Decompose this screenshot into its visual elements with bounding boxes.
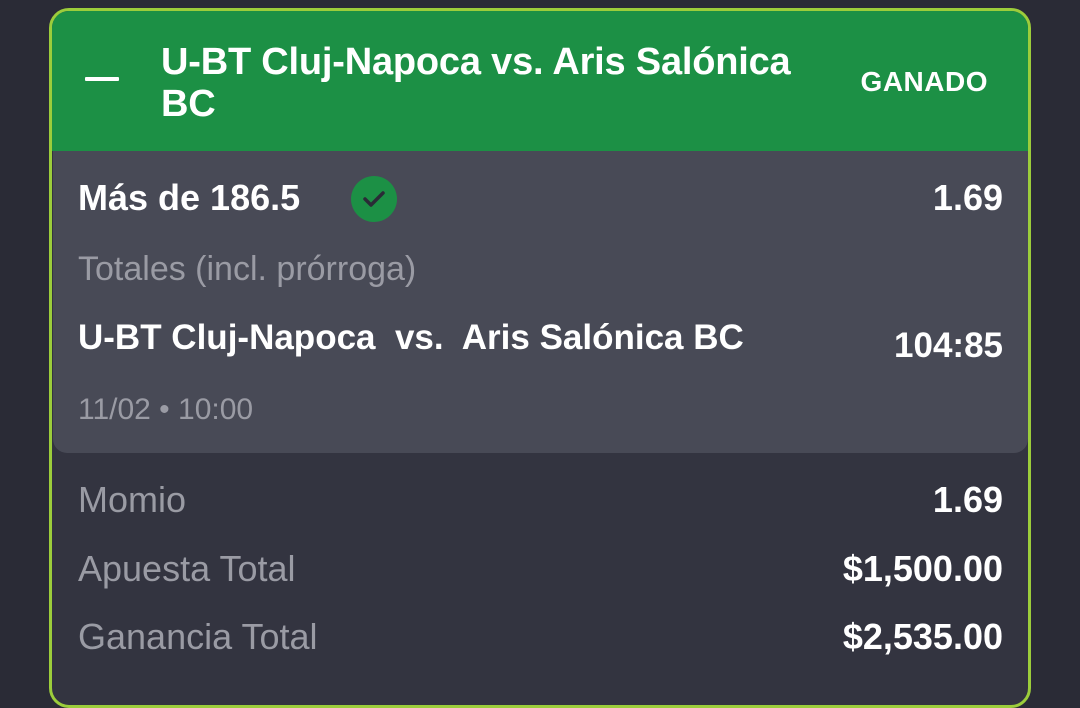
final-score: 104:85 <box>894 326 1003 365</box>
odds-value: 1.69 <box>932 479 1003 520</box>
status-badge: GANADO <box>860 66 988 97</box>
collapse-icon[interactable] <box>85 77 119 81</box>
summary-row-payout: Ganancia Total $2,535.00 <box>78 616 1003 666</box>
stake-label: Apuesta Total <box>78 548 296 589</box>
stake-value: $1,500.00 <box>842 548 1003 589</box>
event-title: U-BT Cluj-Napoca vs. Aris Salónica BC <box>161 41 791 125</box>
payout-value: $2,535.00 <box>842 616 1003 657</box>
event-datetime: 11/02 • 10:00 <box>78 393 254 426</box>
event-name: U-BT Cluj-Napoca vs. Aris Salónica BC <box>78 318 744 357</box>
check-icon <box>351 176 397 222</box>
summary-row-odds: Momio 1.69 <box>78 479 1003 529</box>
selection-name: Más de 186.5 <box>78 177 301 218</box>
summary-row-stake: Apuesta Total $1,500.00 <box>78 548 1003 598</box>
selection-panel: Más de 186.5 1.69 Totales (incl. prórrog… <box>53 151 1028 453</box>
odds-label: Momio <box>78 479 187 520</box>
bet-card: U-BT Cluj-Napoca vs. Aris Salónica BC GA… <box>49 8 1031 708</box>
selection-odds: 1.69 <box>932 177 1003 218</box>
payout-label: Ganancia Total <box>78 616 318 657</box>
market-name: Totales (incl. prórroga) <box>78 250 417 288</box>
bet-header[interactable]: U-BT Cluj-Napoca vs. Aris Salónica BC GA… <box>52 11 1028 151</box>
